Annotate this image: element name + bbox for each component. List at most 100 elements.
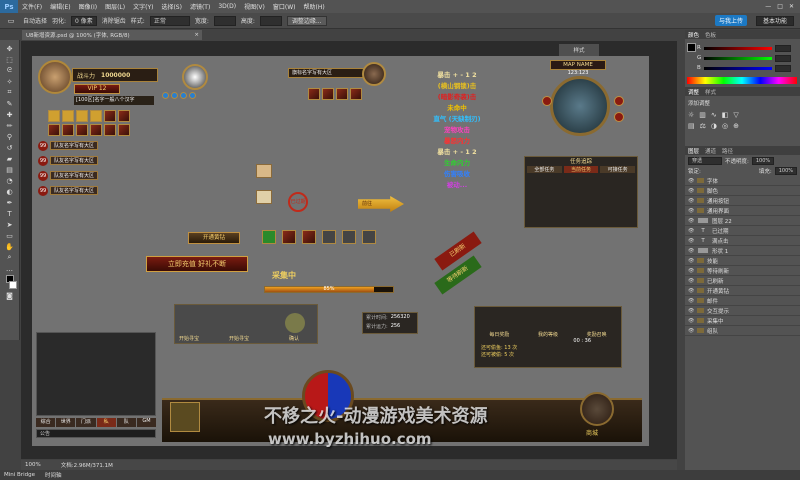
document-canvas[interactable]: 战斗力 1000000 VIP 12 [100区]名字一般八个汉字 99 队友名… — [32, 56, 649, 448]
clone-stamp-icon[interactable]: ⚲ — [3, 132, 17, 141]
pen-tool-icon[interactable]: ✒ — [3, 198, 17, 207]
visibility-eye-icon[interactable]: 👁 — [688, 268, 694, 274]
menu-select[interactable]: 选择(S) — [157, 2, 186, 11]
layer-row[interactable]: 👁 T 满点击 — [685, 236, 800, 246]
visibility-eye-icon[interactable]: 👁 — [688, 208, 694, 214]
blur-tool-icon[interactable]: ◔ — [3, 176, 17, 185]
skill-icon[interactable] — [262, 230, 276, 244]
menu-3d[interactable]: 3D(D) — [214, 3, 240, 10]
vibrance-icon[interactable]: ▽ — [733, 111, 738, 119]
photo-filter-icon[interactable]: ◎ — [722, 122, 728, 130]
anti-alias-checkbox[interactable]: 消除锯齿 — [102, 16, 126, 25]
pet-portrait[interactable] — [182, 64, 208, 90]
visibility-eye-icon[interactable]: 👁 — [688, 228, 694, 234]
tab-available-tasks[interactable]: 可接任务 — [600, 166, 636, 173]
tab-styles[interactable]: 样式 — [705, 88, 716, 96]
dodge-tool-icon[interactable]: ◐ — [3, 187, 17, 196]
minimap-button[interactable] — [542, 96, 552, 106]
marquee-tool-icon[interactable]: ▭ — [4, 16, 18, 25]
close-button[interactable]: ✕ — [789, 3, 794, 10]
visibility-eye-icon[interactable]: 👁 — [688, 278, 694, 284]
eraser-tool-icon[interactable]: ▰ — [3, 154, 17, 163]
skill-icon[interactable] — [302, 230, 316, 244]
curves-icon[interactable]: ∿ — [711, 111, 717, 119]
minimap-button[interactable] — [614, 112, 624, 122]
tab-swatches[interactable]: 色板 — [705, 31, 716, 39]
move-tool-icon[interactable]: ✥ — [3, 44, 17, 53]
portrait-label[interactable]: 开始寻宝 — [229, 335, 249, 342]
visibility-eye-icon[interactable]: 👁 — [688, 248, 694, 254]
menu-image[interactable]: 图像(I) — [75, 2, 101, 11]
chat-tab[interactable]: 综合 — [36, 418, 56, 427]
minimap-button[interactable] — [614, 96, 624, 106]
mini-bridge-tab[interactable]: Mini Bridge — [4, 472, 35, 478]
quick-mask-icon[interactable]: ◙ — [3, 291, 17, 300]
bw-icon[interactable]: ◑ — [711, 122, 717, 130]
visibility-eye-icon[interactable]: 👁 — [688, 308, 694, 314]
minimap[interactable] — [550, 76, 610, 136]
tab-layers[interactable]: 图层 — [688, 147, 699, 155]
party-row[interactable]: 99 队友名字写有大区 — [38, 140, 99, 151]
history-brush-icon[interactable]: ↺ — [3, 143, 17, 152]
styles-dock-button[interactable]: 样式 — [559, 44, 599, 56]
healing-brush-icon[interactable]: ✚ — [3, 110, 17, 119]
layer-row[interactable]: 👁 图层 22 — [685, 216, 800, 226]
workspace-select[interactable]: 基本功能 — [755, 15, 794, 26]
hand-tool-icon[interactable]: ✋ — [3, 242, 17, 251]
skill-icon[interactable] — [90, 124, 102, 136]
skill-icon[interactable] — [62, 110, 74, 122]
open-vip-button[interactable]: 开通黄钻 — [188, 232, 240, 244]
chat-tab[interactable]: 私 — [96, 418, 116, 427]
layer-row[interactable]: 👁 采集中 — [685, 316, 800, 326]
style-select[interactable]: 正常 — [149, 15, 190, 26]
visibility-eye-icon[interactable]: 👁 — [688, 328, 694, 334]
menu-file[interactable]: 文件(F) — [18, 2, 46, 11]
shape-tool-icon[interactable]: ▭ — [3, 231, 17, 240]
blend-mode-select[interactable]: 穿透 — [688, 156, 722, 165]
character-icon[interactable] — [170, 402, 200, 432]
tab-all-tasks[interactable]: 全部任务 — [527, 166, 562, 173]
lasso-tool-icon[interactable]: ᘓ — [3, 66, 17, 75]
timeline-tab[interactable]: 时间轴 — [45, 471, 62, 479]
marquee-tool-icon[interactable]: ⬚ — [3, 55, 17, 64]
path-select-icon[interactable]: ➤ — [3, 220, 17, 229]
chat-input[interactable]: 公告 — [36, 429, 156, 438]
refine-edge-button[interactable]: 调整边缘... — [286, 15, 327, 26]
visibility-eye-icon[interactable]: 👁 — [688, 298, 694, 304]
background-color-swatch[interactable] — [8, 281, 17, 289]
chat-tab[interactable]: 队 — [116, 418, 136, 427]
layer-row[interactable]: 👁 交互提示 — [685, 306, 800, 316]
layer-row[interactable]: 👁 组队 — [685, 326, 800, 336]
menu-layer[interactable]: 图层(L) — [101, 2, 129, 11]
type-tool-icon[interactable]: T — [3, 209, 17, 218]
menu-filter[interactable]: 滤镜(T) — [186, 2, 214, 11]
fill-input[interactable]: 100% — [774, 167, 797, 175]
skill-icon[interactable] — [104, 110, 116, 122]
gradient-tool-icon[interactable]: ▤ — [3, 165, 17, 174]
layer-row[interactable]: 👁 形状 1 — [685, 246, 800, 256]
color-spectrum[interactable] — [687, 77, 797, 84]
visibility-eye-icon[interactable]: 👁 — [688, 318, 694, 324]
menu-edit[interactable]: 编辑(E) — [46, 2, 74, 11]
layer-row[interactable]: 👁 等待刷新 — [685, 266, 800, 276]
red-slider[interactable] — [703, 46, 772, 50]
green-value[interactable] — [775, 54, 792, 62]
menu-window[interactable]: 窗口(W) — [269, 2, 300, 11]
magic-wand-icon[interactable]: ✧ — [3, 77, 17, 86]
minimize-button[interactable]: — — [765, 3, 771, 10]
close-tab-icon[interactable]: × — [194, 32, 202, 38]
shop-emblem[interactable] — [580, 392, 614, 426]
blue-value[interactable] — [774, 64, 791, 72]
brightness-icon[interactable]: ☼ — [688, 111, 694, 119]
brush-tool-icon[interactable]: ✏ — [3, 121, 17, 130]
party-row[interactable]: 99 队友名字写有大区 — [38, 155, 99, 166]
tab-current-tasks[interactable]: 当前任务 — [563, 166, 599, 173]
menu-help[interactable]: 帮助(H) — [300, 2, 329, 11]
skill-icon[interactable] — [362, 230, 376, 244]
skill-icon[interactable] — [118, 110, 130, 122]
visibility-eye-icon[interactable]: 👁 — [688, 198, 694, 204]
shop-label[interactable]: 商城 — [586, 428, 598, 437]
layer-row[interactable]: 👁 T 已过期 — [685, 226, 800, 236]
visibility-eye-icon[interactable]: 👁 — [688, 218, 694, 224]
height-input[interactable] — [259, 15, 282, 26]
